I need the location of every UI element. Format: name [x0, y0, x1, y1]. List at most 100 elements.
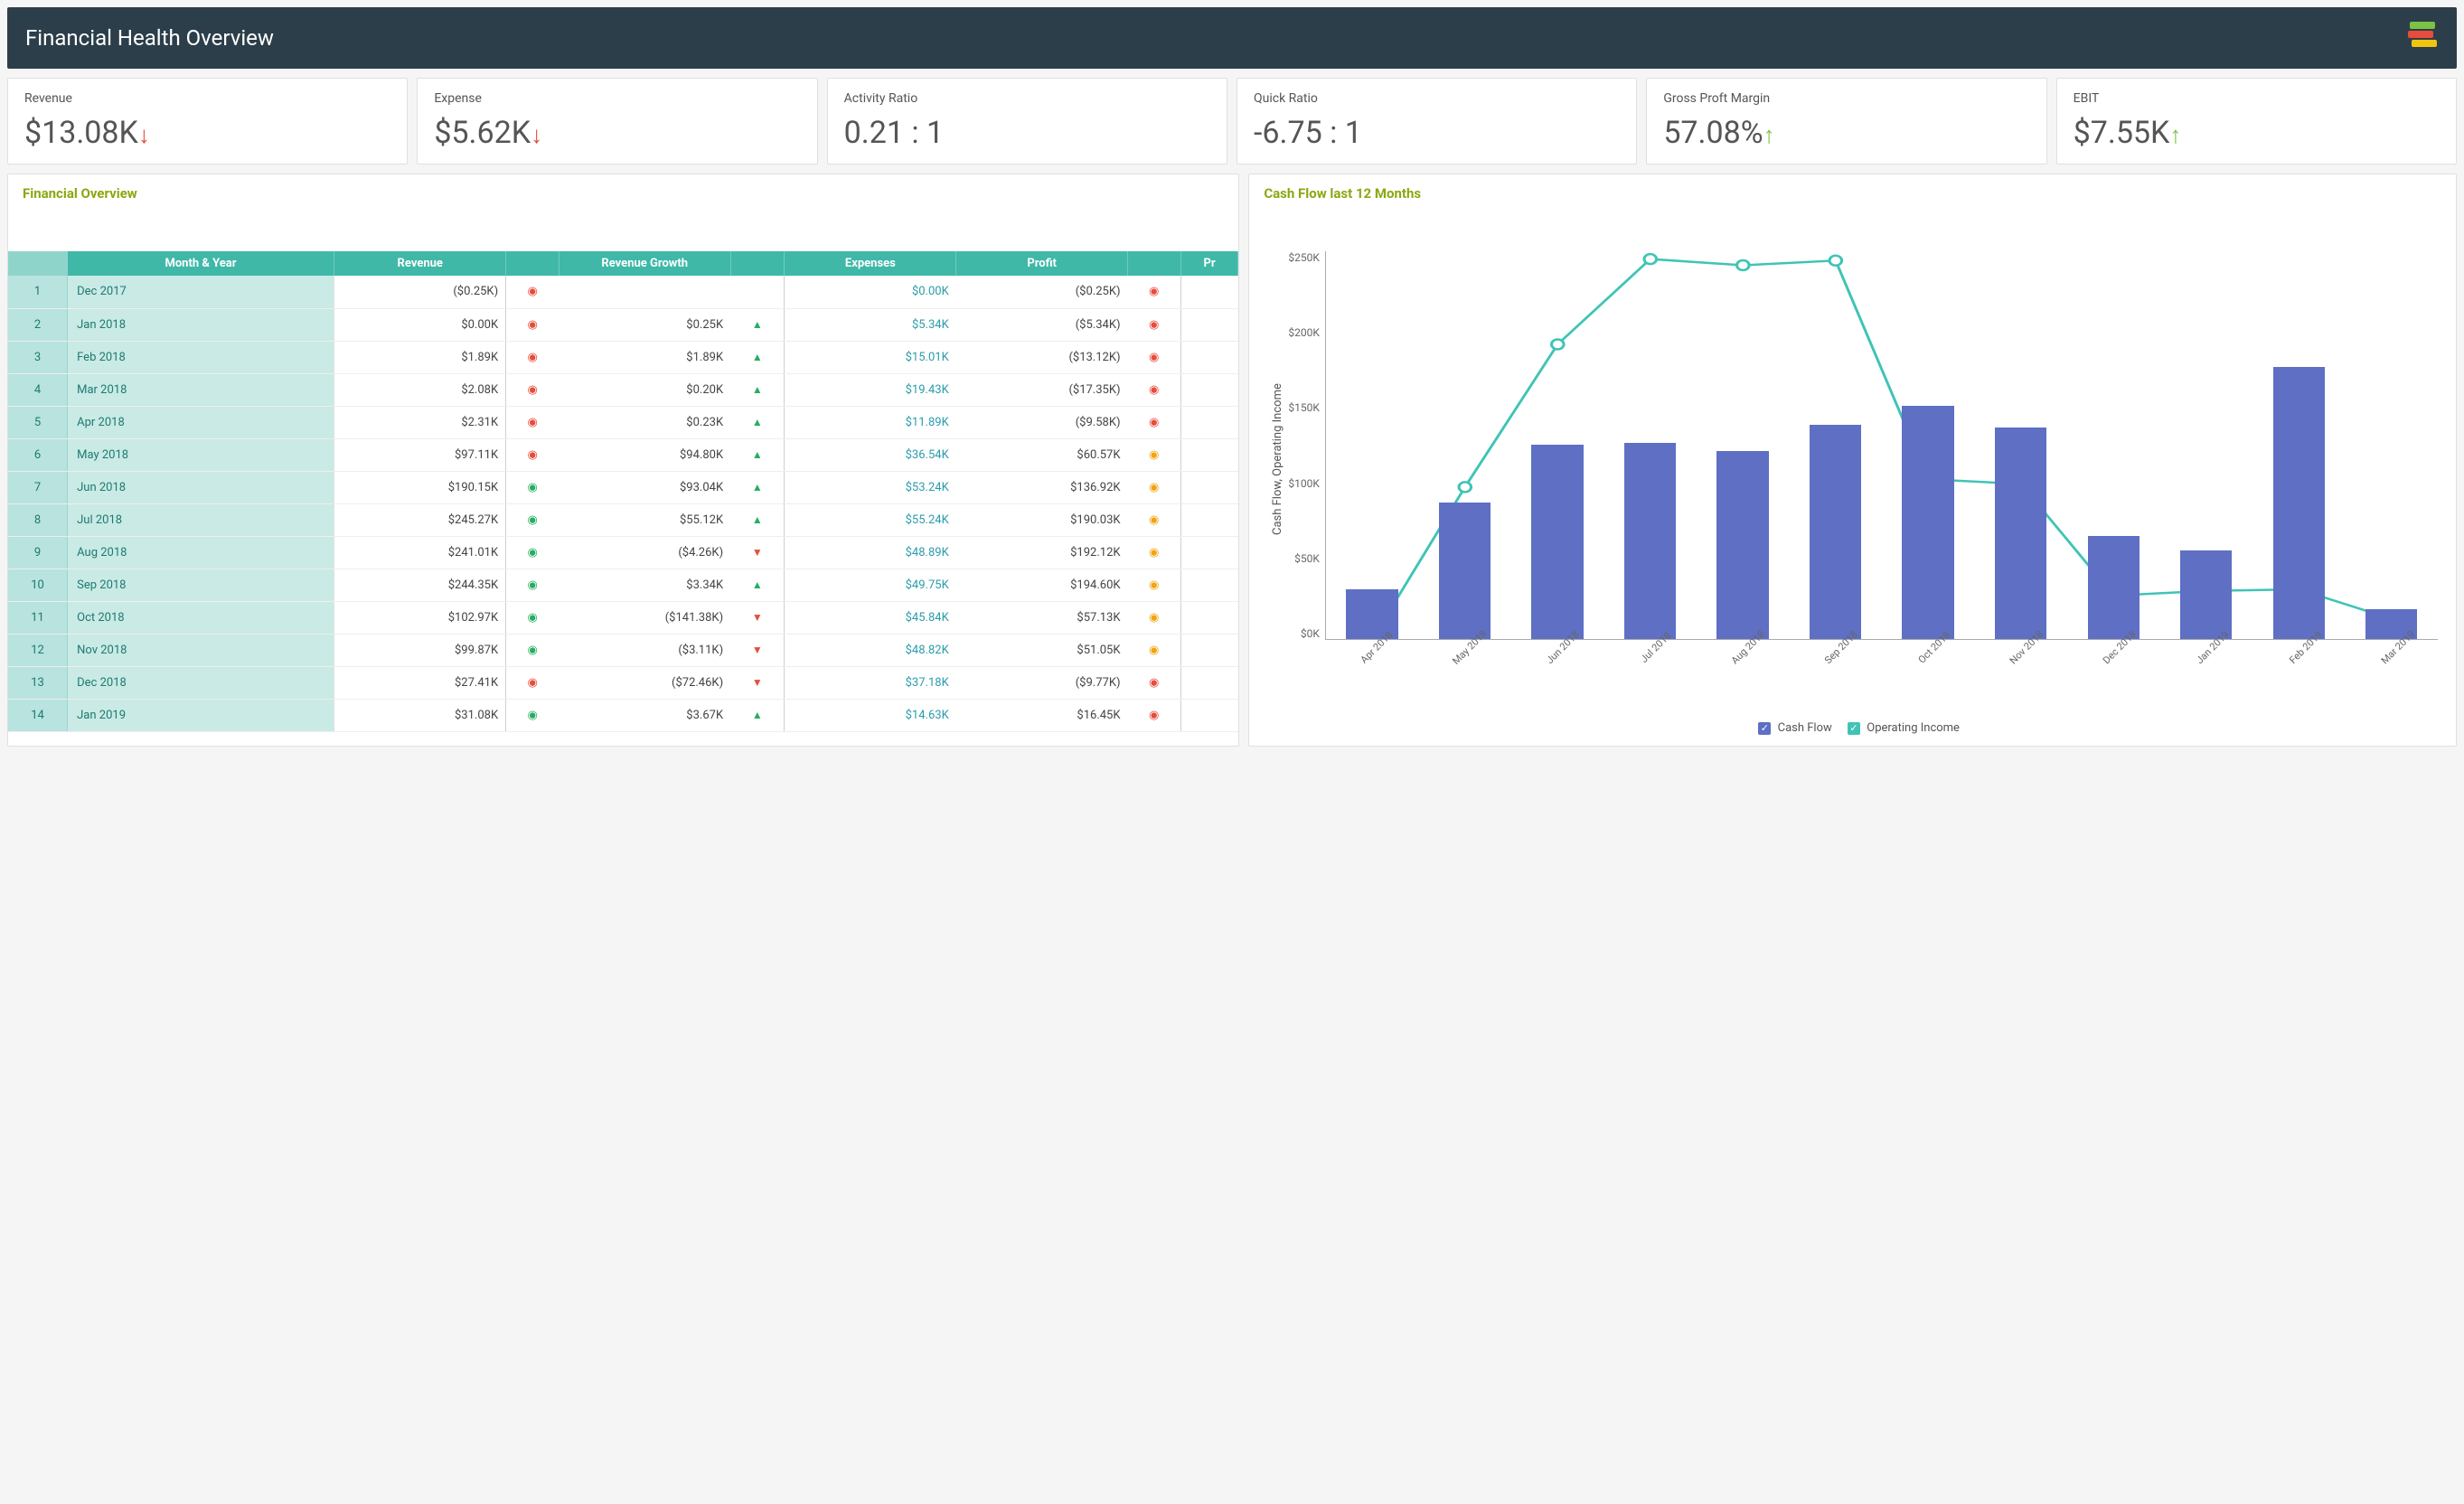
row-number: 12 [8, 634, 68, 666]
row-number: 1 [8, 276, 68, 308]
row-expenses: $48.82K [785, 634, 956, 666]
growth-direction-icon: ▼ [730, 634, 785, 666]
chart-bar[interactable] [1716, 451, 1768, 639]
row-revenue: $99.87K [334, 634, 506, 666]
cash-flow-chart: Cash Flow, Operating Income $250K$200K$1… [1249, 251, 2456, 746]
table-row[interactable]: 11Oct 2018$102.97K◉($141.38K)▼$45.84K$57… [8, 601, 1238, 634]
growth-direction-icon: ▲ [730, 308, 785, 341]
chart-bar[interactable] [1902, 406, 1953, 639]
app-logo-icon [2406, 22, 2439, 54]
row-number: 2 [8, 308, 68, 341]
row-overflow-cell [1180, 471, 1238, 503]
growth-direction-icon: ▲ [730, 699, 785, 731]
row-revenue: $190.15K [334, 471, 506, 503]
row-expenses: $15.01K [785, 341, 956, 373]
table-header-cell[interactable]: Profit [956, 251, 1128, 276]
row-overflow-cell [1180, 341, 1238, 373]
kpi-card[interactable]: Quick Ratio-6.75 : 1 [1237, 78, 1637, 164]
row-revenue: $97.11K [334, 438, 506, 471]
row-profit: $192.12K [956, 536, 1128, 569]
financial-overview-table: Month & YearRevenue Revenue Growth Expense… [8, 251, 1238, 732]
table-header-cell[interactable] [730, 251, 785, 276]
chart-line-point[interactable] [1644, 254, 1657, 264]
kpi-value: $7.55K↑ [2074, 115, 2440, 151]
row-month: May 2018 [68, 438, 334, 471]
kpi-card[interactable]: EBIT$7.55K↑ [2056, 78, 2457, 164]
chart-line-point[interactable] [1736, 260, 1749, 270]
table-header-cell[interactable]: Month & Year [68, 251, 334, 276]
kpi-label: Revenue [24, 91, 390, 106]
row-growth: $3.67K [559, 699, 730, 731]
revenue-indicator-icon: ◉ [506, 276, 560, 308]
legend-swatch-cash-flow: ✓ [1758, 722, 1771, 735]
row-month: Jan 2018 [68, 308, 334, 341]
table-header-cell[interactable] [1128, 251, 1181, 276]
profit-indicator-icon: ◉ [1128, 699, 1181, 731]
table-row[interactable]: 8Jul 2018$245.27K◉$55.12K▲$55.24K$190.03… [8, 503, 1238, 536]
legend-label-operating-income: Operating Income [1867, 721, 1960, 735]
table-row[interactable]: 13Dec 2018$27.41K◉($72.46K)▼$37.18K($9.7… [8, 666, 1238, 699]
table-row[interactable]: 6May 2018$97.11K◉$94.80K▲$36.54K$60.57K◉ [8, 438, 1238, 471]
row-growth [559, 276, 730, 308]
trend-up-icon: ↑ [2169, 122, 2181, 149]
kpi-card[interactable]: Expense$5.62K↓ [417, 78, 817, 164]
row-profit: $190.03K [956, 503, 1128, 536]
row-month: Aug 2018 [68, 536, 334, 569]
table-row[interactable]: 12Nov 2018$99.87K◉($3.11K)▼$48.82K$51.05… [8, 634, 1238, 666]
y-axis-tick: $250K [1288, 251, 1320, 264]
chart-line-point[interactable] [1551, 339, 1564, 349]
row-expenses: $19.43K [785, 373, 956, 406]
row-expenses: $49.75K [785, 569, 956, 601]
table-header-cell[interactable]: Expenses [785, 251, 956, 276]
table-header-cell[interactable] [506, 251, 560, 276]
table-header-cell[interactable]: Revenue [334, 251, 506, 276]
row-number: 10 [8, 569, 68, 601]
row-growth: $55.12K [559, 503, 730, 536]
revenue-indicator-icon: ◉ [506, 569, 560, 601]
profit-indicator-icon: ◉ [1128, 634, 1181, 666]
row-profit: ($5.34K) [956, 308, 1128, 341]
row-overflow-cell [1180, 503, 1238, 536]
table-header-cell[interactable]: Pr [1180, 251, 1238, 276]
kpi-label: Gross Proft Margin [1663, 91, 2029, 106]
chart-bar[interactable] [1531, 445, 1583, 639]
row-month: Sep 2018 [68, 569, 334, 601]
kpi-card[interactable]: Revenue$13.08K↓ [7, 78, 408, 164]
table-row[interactable]: 7Jun 2018$190.15K◉$93.04K▲$53.24K$136.92… [8, 471, 1238, 503]
row-number: 6 [8, 438, 68, 471]
chart-bar[interactable] [1995, 428, 2046, 639]
chart-line-point[interactable] [1829, 256, 1842, 266]
revenue-indicator-icon: ◉ [506, 438, 560, 471]
kpi-card[interactable]: Activity Ratio0.21 : 1 [827, 78, 1227, 164]
chart-bar[interactable] [2273, 367, 2325, 639]
row-overflow-cell [1180, 634, 1238, 666]
profit-indicator-icon: ◉ [1128, 471, 1181, 503]
table-row[interactable]: 4Mar 2018$2.08K◉$0.20K▲$19.43K($17.35K)◉ [8, 373, 1238, 406]
growth-direction-icon: ▼ [730, 601, 785, 634]
row-revenue: $102.97K [334, 601, 506, 634]
table-row[interactable]: 10Sep 2018$244.35K◉$3.34K▲$49.75K$194.60… [8, 569, 1238, 601]
chart-bar[interactable] [1810, 425, 1861, 639]
row-overflow-cell [1180, 406, 1238, 438]
table-row[interactable]: 5Apr 2018$2.31K◉$0.23K▲$11.89K($9.58K)◉ [8, 406, 1238, 438]
row-number: 13 [8, 666, 68, 699]
row-month: Dec 2017 [68, 276, 334, 308]
chart-plot-area [1325, 251, 2438, 640]
chart-bar[interactable] [1624, 443, 1676, 639]
table-row[interactable]: 9Aug 2018$241.01K◉($4.26K)▼$48.89K$192.1… [8, 536, 1238, 569]
kpi-card[interactable]: Gross Proft Margin57.08%↑ [1646, 78, 2046, 164]
table-row[interactable]: 1Dec 2017($0.25K)◉$0.00K($0.25K)◉ [8, 276, 1238, 308]
chart-line-point[interactable] [1459, 482, 1472, 492]
kpi-label: Activity Ratio [844, 91, 1210, 106]
profit-indicator-icon: ◉ [1128, 503, 1181, 536]
profit-indicator-icon: ◉ [1128, 536, 1181, 569]
row-month: Feb 2018 [68, 341, 334, 373]
table-row[interactable]: 14Jan 2019$31.08K◉$3.67K▲$14.63K$16.45K◉ [8, 699, 1238, 731]
chart-bar[interactable] [2088, 536, 2140, 639]
row-number: 9 [8, 536, 68, 569]
table-header-cell[interactable] [8, 251, 68, 276]
table-row[interactable]: 2Jan 2018$0.00K◉$0.25K▲$5.34K($5.34K)◉ [8, 308, 1238, 341]
chart-bar[interactable] [1439, 503, 1491, 639]
table-row[interactable]: 3Feb 2018$1.89K◉$1.89K▲$15.01K($13.12K)◉ [8, 341, 1238, 373]
table-header-cell[interactable]: Revenue Growth [559, 251, 730, 276]
